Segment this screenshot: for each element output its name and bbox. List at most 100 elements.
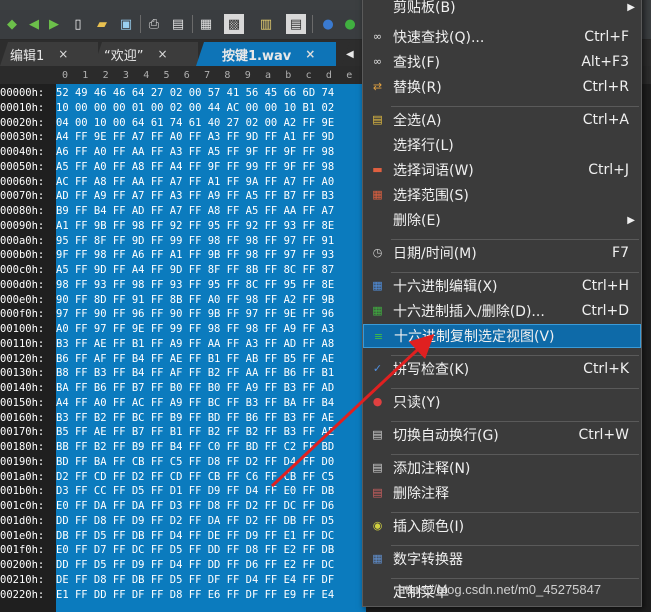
tab-key1-wav[interactable]: 按键1.wav × bbox=[196, 42, 336, 66]
hex-row[interactable]: A0 FF 97 FF 9E FF 99 FF 98 FF 98 FF A9 F… bbox=[56, 322, 334, 336]
spellcheck-tool-icon[interactable]: ● bbox=[318, 14, 338, 34]
hex-row[interactable]: A4 FF 9E FF A7 FF A0 FF A3 FF 9D FF A1 F… bbox=[56, 130, 334, 144]
menu-item-label: 替换(R) bbox=[393, 80, 442, 96]
hex-row[interactable]: AC FF A8 FF AA FF A7 FF A1 FF 9A FF A7 F… bbox=[56, 175, 334, 189]
hex-mode-icon[interactable]: ▩ bbox=[224, 14, 244, 34]
menu-item[interactable]: ⇄ 替换(R) Ctrl+R bbox=[363, 75, 641, 99]
hex-row[interactable]: 97 FF 90 FF 96 FF 90 FF 9B FF 97 FF 9E F… bbox=[56, 307, 334, 321]
hex-row[interactable]: 98 FF 93 FF 98 FF 93 FF 95 FF 8C FF 95 F… bbox=[56, 278, 334, 292]
menu-item[interactable]: ▦ 十六进制编辑(X) Ctrl+H bbox=[363, 274, 641, 298]
hex-row[interactable]: B9 FF B4 FF AD FF A7 FF A8 FF A5 FF AA F… bbox=[56, 204, 334, 218]
menu-item[interactable]: ▦ 数字转换器 bbox=[363, 547, 641, 571]
menu-item[interactable]: ▤ 删除注释 bbox=[363, 481, 641, 505]
print-preview-icon[interactable]: ▤ bbox=[168, 14, 188, 34]
menu-item[interactable]: 删除(E) ▶ bbox=[363, 208, 641, 232]
menu-item[interactable]: ▦ 十六进制插入/删除(D)... Ctrl+D bbox=[363, 299, 641, 323]
row-address: 00070h: bbox=[0, 190, 45, 203]
menu-item-label: 切换自动换行(G) bbox=[393, 428, 499, 444]
hex-row[interactable]: DD FF D8 FF D9 FF D2 FF DA FF D2 FF DB F… bbox=[56, 514, 334, 528]
readonly-icon: ● bbox=[372, 395, 383, 408]
menu-item[interactable]: ≡ 十六进制复制选定视图(V) bbox=[363, 324, 641, 348]
new-file-icon[interactable]: ▯ bbox=[68, 14, 88, 34]
hex-row[interactable]: E0 FF D7 FF DC FF D5 FF DD FF D8 FF E2 F… bbox=[56, 543, 334, 557]
menu-item[interactable]: ▦ 选择范围(S) bbox=[363, 183, 641, 207]
close-icon[interactable]: × bbox=[305, 47, 315, 61]
tab-scroll-icon[interactable]: ◀ bbox=[342, 42, 362, 66]
ruler-tick: 1 bbox=[82, 70, 89, 81]
menu-item-label: 快速查找(Q)... bbox=[393, 30, 485, 46]
arrow-forward-icon[interactable]: ▶ bbox=[44, 14, 64, 34]
hex-row[interactable]: DB FF D5 FF DB FF D4 FF DE FF D9 FF E1 F… bbox=[56, 529, 334, 543]
document-icon[interactable]: ▦ bbox=[196, 14, 216, 34]
hex-row[interactable]: A1 FF 9B FF 98 FF 92 FF 95 FF 92 FF 93 F… bbox=[56, 219, 334, 233]
hex-row[interactable]: B6 FF AF FF B4 FF AE FF B1 FF AB FF B5 F… bbox=[56, 352, 334, 366]
hex-row[interactable]: A5 FF 9D FF A4 FF 9D FF 8F FF 8B FF 8C F… bbox=[56, 263, 334, 277]
column-mode-icon[interactable]: ▥ bbox=[256, 14, 276, 34]
hex-row[interactable]: 10 00 00 00 01 00 02 00 44 AC 00 00 10 B… bbox=[56, 101, 334, 115]
menu-item-label: 数字转换器 bbox=[393, 552, 463, 568]
row-address: 001a0h: bbox=[0, 470, 45, 483]
row-address: 00190h: bbox=[0, 455, 45, 468]
hex-row[interactable]: A5 FF A0 FF A8 FF A4 FF 9F FF 99 FF 9F F… bbox=[56, 160, 334, 174]
row-address: 00100h: bbox=[0, 323, 45, 335]
row-address: 00010h: bbox=[0, 101, 45, 114]
menu-item[interactable]: ◉ 插入颜色(I) bbox=[363, 514, 641, 538]
hex-row[interactable]: 90 FF 8D FF 91 FF 8B FF A0 FF 98 FF A2 F… bbox=[56, 293, 334, 307]
hex-row[interactable]: B5 FF AE FF B7 FF B1 FF B2 FF B2 FF B3 F… bbox=[56, 425, 334, 439]
menu-item-label: 十六进制编辑(X) bbox=[393, 279, 498, 295]
row-address: 00020h: bbox=[0, 116, 45, 129]
menu-item[interactable]: ◷ 日期/时间(M) F7 bbox=[363, 241, 641, 265]
hex-row[interactable]: B3 FF AE FF B1 FF A9 FF AA FF A3 FF AD F… bbox=[56, 337, 334, 351]
hex-row[interactable]: BA FF B6 FF B7 FF B0 FF B0 FF A9 FF B3 F… bbox=[56, 381, 334, 395]
arrow-right-icon[interactable]: ◀ bbox=[24, 14, 44, 34]
clock-icon: ◷ bbox=[372, 246, 383, 259]
hex-row[interactable]: 9F FF 98 FF A6 FF A1 FF 9B FF 98 FF 97 F… bbox=[56, 248, 334, 262]
hex-row[interactable]: BB FF B2 FF B9 FF B4 FF C0 FF BD FF C2 F… bbox=[56, 440, 334, 454]
close-icon[interactable]: × bbox=[157, 47, 167, 61]
hex-row[interactable]: D3 FF CC FF D5 FF D1 FF D9 FF D4 FF E0 F… bbox=[56, 484, 334, 498]
ruler-tick: 9 bbox=[244, 70, 251, 81]
open-folder-icon[interactable]: ▰ bbox=[92, 14, 112, 34]
menu-item[interactable]: 选择行(L) bbox=[363, 133, 641, 157]
arrow-left-icon[interactable]: ◆ bbox=[2, 14, 22, 34]
hex-row[interactable]: AD FF A9 FF A7 FF A3 FF A9 FF A5 FF B7 F… bbox=[56, 189, 334, 203]
hex-row[interactable]: BD FF BA FF CB FF C5 FF D8 FF D2 FF D4 F… bbox=[56, 455, 334, 469]
row-address: 000c0h: bbox=[0, 264, 45, 276]
menu-item[interactable]: ∞ 快速查找(Q)... Ctrl+F bbox=[363, 25, 641, 49]
save-icon[interactable]: ▣ bbox=[116, 14, 136, 34]
row-address: 00200h: bbox=[0, 559, 45, 571]
tab-edit1[interactable]: 编辑1 × bbox=[0, 42, 98, 66]
hex-row[interactable]: A4 FF A0 FF AC FF A9 FF BC FF B3 FF BA F… bbox=[56, 396, 334, 410]
hex-row[interactable]: B3 FF B2 FF BC FF B9 FF BD FF B6 FF B3 F… bbox=[56, 411, 334, 425]
close-icon[interactable]: × bbox=[58, 47, 68, 61]
menu-item-shortcut: Ctrl+K bbox=[583, 361, 629, 377]
wordwrap-toggle-icon[interactable]: ▤ bbox=[286, 14, 306, 34]
menu-item[interactable]: ▤ 添加注释(N) bbox=[363, 456, 641, 480]
menu-item[interactable]: ✓ 拼写检查(K) Ctrl+K bbox=[363, 357, 641, 381]
hex-row[interactable]: E1 FF DD FF DF FF D8 FF E6 FF DF FF E9 F… bbox=[56, 588, 334, 602]
hex-row[interactable]: DE FF D8 FF DB FF D5 FF DF FF D4 FF E4 F… bbox=[56, 573, 334, 587]
tab-welcome[interactable]: “欢迎” × bbox=[94, 42, 198, 66]
submenu-arrow-icon: ▶ bbox=[627, 214, 635, 226]
menu-item[interactable]: ▤ 全选(A) Ctrl+A bbox=[363, 108, 641, 132]
hex-row[interactable]: DD FF D5 FF D9 FF D4 FF DD FF D6 FF E2 F… bbox=[56, 558, 334, 572]
menu-item[interactable]: ▤ 切换自动换行(G) Ctrl+W bbox=[363, 423, 641, 447]
hex-row[interactable]: D2 FF CD FF D2 FF CD FF CB FF C6 FF CB F… bbox=[56, 470, 334, 484]
menu-item[interactable]: ∞ 查找(F) Alt+F3 bbox=[363, 50, 641, 74]
menu-item-label: 拼写检查(K) bbox=[393, 362, 470, 378]
hex-row[interactable]: 95 FF 8F FF 9D FF 99 FF 98 FF 98 FF 97 F… bbox=[56, 234, 334, 248]
hex-row[interactable]: A6 FF A0 FF AA FF A3 FF A5 FF 9F FF 9F F… bbox=[56, 145, 334, 159]
menu-item[interactable]: ● 只读(Y) bbox=[363, 390, 641, 414]
check-tool-icon[interactable]: ● bbox=[340, 14, 360, 34]
hex-row[interactable]: 04 00 10 00 64 61 74 61 40 27 02 00 A2 F… bbox=[56, 116, 334, 130]
hex-row[interactable]: E0 FF DA FF DA FF D3 FF D8 FF D2 FF DC F… bbox=[56, 499, 334, 513]
print-icon[interactable]: ⎙ bbox=[144, 14, 164, 34]
hex-row[interactable]: 52 49 46 46 64 27 02 00 57 41 56 45 66 6… bbox=[56, 86, 334, 100]
row-address: 00150h: bbox=[0, 396, 45, 409]
menu-item[interactable]: ▬ 选择词语(W) Ctrl+J bbox=[363, 158, 641, 182]
hex-row[interactable]: B8 FF B3 FF B4 FF AF FF B2 FF AA FF B6 F… bbox=[56, 366, 334, 380]
row-address: 001d0h: bbox=[0, 514, 45, 527]
menu-item-label: 十六进制复制选定视图(V) bbox=[394, 329, 555, 345]
menu-item[interactable]: 剪贴板(B) ▶ bbox=[363, 0, 641, 19]
row-address: 00080h: bbox=[0, 205, 45, 217]
